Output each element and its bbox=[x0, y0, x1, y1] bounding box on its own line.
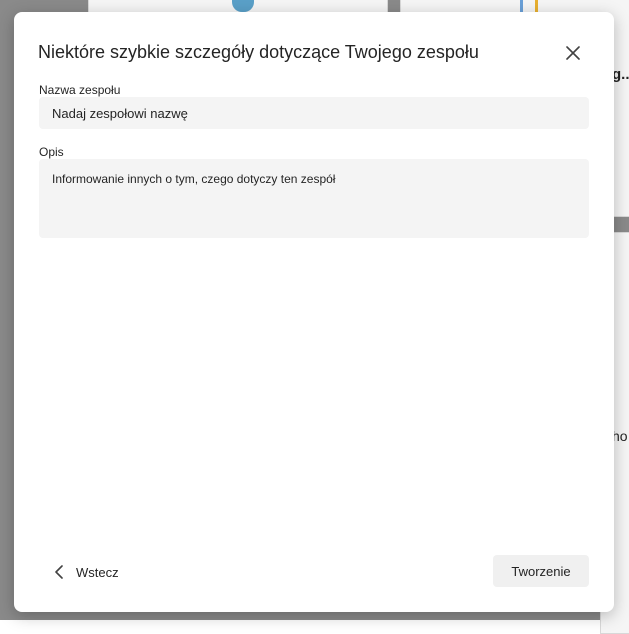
create-button[interactable]: Tworzenie bbox=[493, 555, 589, 587]
back-button[interactable]: Wstecz bbox=[54, 558, 119, 586]
team-name-label: Nazwa zespołu bbox=[39, 83, 121, 97]
chevron-left-icon bbox=[55, 565, 63, 579]
team-name-input[interactable] bbox=[39, 97, 589, 129]
background-heading: g... bbox=[612, 66, 629, 83]
close-icon bbox=[566, 46, 580, 60]
background-illustration bbox=[520, 0, 538, 12]
description-label: Opis bbox=[39, 145, 64, 159]
close-button[interactable] bbox=[560, 40, 586, 66]
team-details-dialog: Niektóre szybkie szczegóły dotyczące Two… bbox=[14, 12, 614, 612]
back-button-label: Wstecz bbox=[76, 564, 119, 580]
dialog-title: Niektóre szybkie szczegóły dotyczące Two… bbox=[38, 42, 479, 62]
background-text: ho bbox=[612, 428, 628, 444]
description-input[interactable] bbox=[39, 159, 589, 238]
